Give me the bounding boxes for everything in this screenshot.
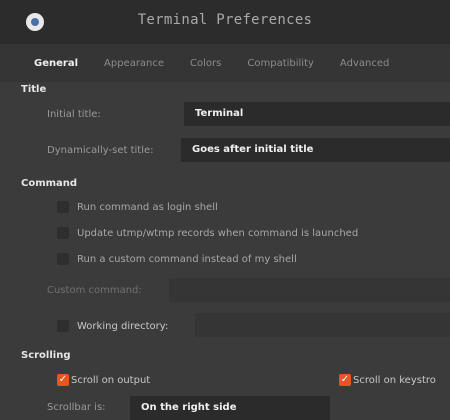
- tab-appearance[interactable]: Appearance: [91, 58, 177, 69]
- checkbox-unchecked-icon: [57, 227, 69, 239]
- tab-compatibility[interactable]: Compatibility: [234, 58, 327, 69]
- update-utmp-checkbox[interactable]: Update utmp/wtmp records when command is…: [57, 227, 358, 239]
- login-shell-checkbox[interactable]: Run command as login shell: [57, 201, 218, 213]
- checkmark-icon: ✓: [57, 374, 69, 386]
- tab-bar: General Appearance Colors Compatibility …: [0, 44, 450, 82]
- tab-colors[interactable]: Colors: [177, 58, 234, 69]
- tab-advanced[interactable]: Advanced: [327, 58, 402, 69]
- scroll-on-keystroke-checkbox[interactable]: ✓ Scroll on keystro: [339, 374, 436, 386]
- scroll-on-output-label: Scroll on output: [71, 374, 151, 386]
- checkbox-unchecked-icon: [57, 320, 69, 332]
- checkbox-unchecked-icon: [57, 201, 69, 213]
- working-directory-label: Working directory:: [77, 320, 169, 332]
- custom-command-checkbox[interactable]: Run a custom command instead of my shell: [57, 253, 297, 265]
- dynamic-title-label: Dynamically-set title:: [47, 145, 154, 156]
- command-section-heading: Command: [21, 178, 78, 189]
- initial-title-label: Initial title:: [47, 109, 101, 120]
- title-bar[interactable]: Terminal Preferences: [0, 0, 450, 44]
- tab-general[interactable]: General: [0, 58, 91, 69]
- custom-command-checkbox-label: Run a custom command instead of my shell: [77, 253, 297, 265]
- scrollbar-dropdown[interactable]: On the right side: [130, 396, 330, 420]
- checkmark-icon: ✓: [339, 374, 351, 386]
- scrollbar-label: Scrollbar is:: [47, 402, 106, 413]
- title-section-heading: Title: [21, 84, 47, 95]
- scrolling-section-heading: Scrolling: [21, 350, 71, 361]
- general-pane: Title Initial title: Terminal Dynamicall…: [0, 82, 450, 420]
- scroll-on-output-checkbox[interactable]: ✓ Scroll on output: [57, 374, 150, 386]
- scroll-on-keystroke-label: Scroll on keystro: [353, 374, 436, 386]
- working-directory-checkbox[interactable]: Working directory:: [57, 320, 168, 332]
- update-utmp-label: Update utmp/wtmp records when command is…: [77, 227, 359, 239]
- working-directory-input[interactable]: [195, 313, 450, 337]
- checkbox-unchecked-icon: [57, 253, 69, 265]
- custom-command-input[interactable]: [169, 278, 450, 302]
- login-shell-label: Run command as login shell: [77, 201, 218, 213]
- window-title: Terminal Preferences: [137, 12, 313, 28]
- custom-command-label: Custom command:: [47, 285, 142, 296]
- dynamic-title-dropdown[interactable]: Goes after initial title: [181, 138, 450, 162]
- initial-title-input[interactable]: Terminal: [184, 102, 450, 126]
